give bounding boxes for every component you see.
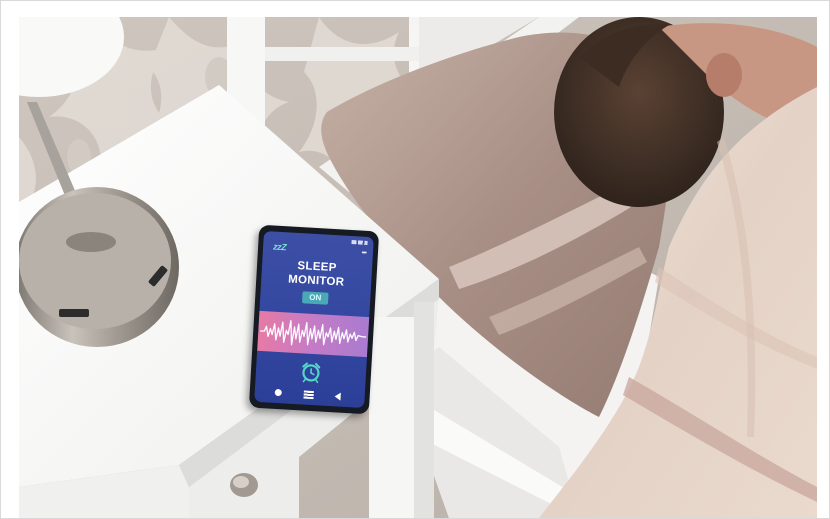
bedroom-scene: [19, 17, 817, 518]
menu-icon[interactable]: [303, 390, 314, 400]
image-frame: zzZ ••• SLEEP MONITOR ON: [0, 0, 830, 519]
signal-icon: [351, 240, 368, 245]
zzz-icon: zzZ: [272, 241, 287, 253]
phone-screen: zzZ ••• SLEEP MONITOR ON: [254, 230, 374, 409]
sound-wave-icon: [260, 320, 367, 346]
phone-nav-bar: [254, 386, 365, 404]
smartphone: zzZ ••• SLEEP MONITOR ON: [248, 224, 380, 415]
home-icon[interactable]: [274, 388, 282, 397]
more-dots-icon[interactable]: •••: [361, 250, 366, 257]
back-icon[interactable]: [334, 392, 341, 401]
alarm-clock-icon[interactable]: [299, 360, 322, 384]
bedroom-photo: zzZ ••• SLEEP MONITOR ON: [19, 17, 817, 518]
sound-wave-panel: [257, 310, 370, 358]
status-badge[interactable]: ON: [301, 291, 329, 305]
drawer-knob: [230, 473, 258, 497]
